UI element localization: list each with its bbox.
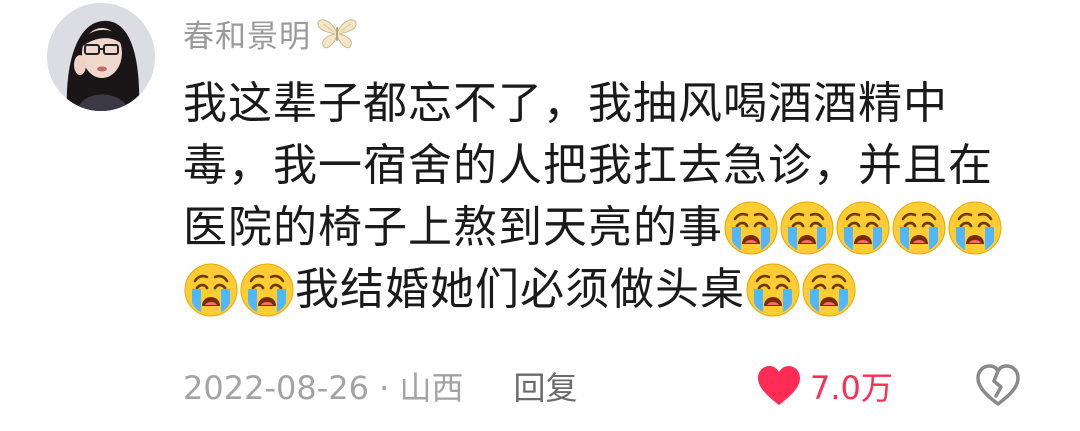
comment-location: 山西 xyxy=(399,369,464,407)
username-row[interactable]: 春和景明 xyxy=(183,8,359,58)
comment-date: 2022-08-26 xyxy=(183,369,369,407)
meta-separator: · xyxy=(368,369,400,407)
username[interactable]: 春和景明 xyxy=(183,11,311,56)
like-button[interactable]: 7.0万 xyxy=(756,360,893,412)
comment-footer: 2022-08-26 · 山西 回复 7.0万 xyxy=(183,360,1043,412)
comment-line: 医院的椅子上熬到天亮的事 xyxy=(183,197,1043,259)
comment-line: 我结婚她们必须做头桌 xyxy=(183,259,1043,321)
avatar-image xyxy=(47,3,155,111)
comment-text-line-4: 我结婚她们必须做头桌 xyxy=(295,264,745,315)
crying-face-emoji-icon xyxy=(183,262,239,318)
crying-face-emoji-icon xyxy=(723,200,779,256)
crying-face-emoji-icon xyxy=(801,262,857,318)
crying-face-emoji-icon xyxy=(891,200,947,256)
reply-button[interactable]: 回复 xyxy=(514,363,578,409)
comment-line: 毒，我一宿舍的人把我扛去急诊，并且在 xyxy=(183,135,1043,197)
comment-meta: 2022-08-26 · 山西 xyxy=(183,363,464,409)
comment-text: 我这辈子都忘不了，我抽风喝酒酒精中 毒，我一宿舍的人把我扛去急诊，并且在 医院的… xyxy=(183,73,1043,321)
butterfly-icon xyxy=(317,19,357,49)
crying-face-emoji-icon xyxy=(239,262,295,318)
heart-icon xyxy=(758,366,800,405)
crying-face-emoji-icon xyxy=(835,200,891,256)
broken-heart-icon[interactable] xyxy=(975,363,1021,409)
comment-text-line-2: 毒，我一宿舍的人把我扛去急诊，并且在 xyxy=(183,140,993,191)
like-count: 7.0万 xyxy=(810,369,893,407)
comment-item: 春和景明 我这辈子都忘不了，我抽风喝酒酒精中 毒，我一宿舍的人把我扛去急诊，并且… xyxy=(0,0,1080,431)
crying-face-emoji-icon xyxy=(947,200,1003,256)
avatar[interactable] xyxy=(47,3,155,111)
comment-text-line-3: 医院的椅子上熬到天亮的事 xyxy=(183,202,723,253)
crying-face-emoji-icon xyxy=(745,262,801,318)
comment-line: 我这辈子都忘不了，我抽风喝酒酒精中 xyxy=(183,73,1043,135)
comment-text-line-1: 我这辈子都忘不了，我抽风喝酒酒精中 xyxy=(183,78,948,129)
crying-face-emoji-icon xyxy=(779,200,835,256)
